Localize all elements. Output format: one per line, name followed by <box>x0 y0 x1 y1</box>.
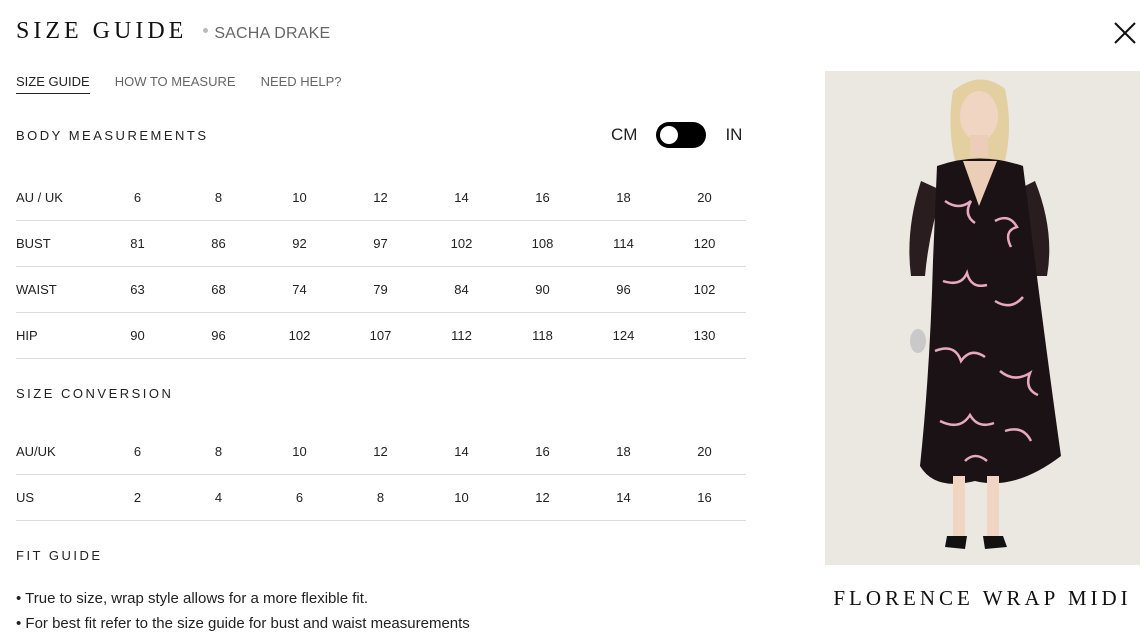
product-name: FLORENCE WRAP MIDI <box>833 586 1132 610</box>
fit-guide-title: FIT GUIDE <box>16 548 103 563</box>
body-measurements-title: BODY MEASUREMENTS <box>16 128 209 143</box>
fit-guide-item: • For best fit refer to the size guide f… <box>16 615 470 632</box>
table-cell: 8 <box>376 490 385 505</box>
table-cell: 14 <box>454 190 469 205</box>
size-conversion-table: AU/UK 6 8 10 12 14 16 18 20 US 2 4 6 8 10 12 14 16 <box>16 429 746 521</box>
table-cell: 10 <box>292 444 307 459</box>
table-cell: 112 <box>451 328 472 343</box>
table-cell: 14 <box>454 444 469 459</box>
row-label: AU/UK <box>16 444 56 459</box>
table-cell: 16 <box>697 490 712 505</box>
table-cell: 107 <box>369 328 392 343</box>
unit-switch[interactable] <box>656 122 707 148</box>
table-cell: 6 <box>133 190 142 205</box>
row-label: US <box>16 490 35 505</box>
table-cell: 10 <box>454 490 469 505</box>
tab-how-to-measure[interactable]: HOW TO MEASURE <box>115 74 236 94</box>
table-cell: 96 <box>616 282 631 297</box>
row-label: HIP <box>16 328 38 343</box>
fit-guide-item: • True to size, wrap style allows for a … <box>16 590 369 607</box>
close-icon <box>1114 22 1136 44</box>
table-cell: 81 <box>130 236 145 251</box>
size-conversion-title: SIZE CONVERSION <box>16 386 174 401</box>
modal-title: SIZE GUIDE <box>16 18 188 44</box>
table-cell: 96 <box>211 328 226 343</box>
separator-dot <box>203 28 209 33</box>
row-label: WAIST <box>16 282 57 297</box>
table-cell: 12 <box>373 190 388 205</box>
table-cell: 63 <box>130 282 145 297</box>
modal-header: SIZE GUIDE SACHA DRAKE <box>16 18 330 45</box>
unit-in-label[interactable]: IN <box>725 125 742 145</box>
table-cell: 108 <box>531 236 554 251</box>
table-cell: 16 <box>535 190 550 205</box>
table-cell: 90 <box>535 282 550 297</box>
table-cell: 120 <box>693 236 716 251</box>
table-cell: 18 <box>616 190 631 205</box>
table-cell: 12 <box>535 490 550 505</box>
table-cell: 10 <box>292 190 307 205</box>
brand-name: SACHA DRAKE <box>214 25 331 42</box>
table-cell: 92 <box>292 236 307 251</box>
fit-guide-list: • True to size, wrap style allows for a … <box>16 586 470 635</box>
row-label: BUST <box>16 236 51 251</box>
table-cell: 124 <box>612 328 635 343</box>
table-cell: 90 <box>130 328 145 343</box>
table-cell: 130 <box>693 328 716 343</box>
table-cell: 86 <box>211 236 226 251</box>
table-cell: 102 <box>450 236 473 251</box>
tab-need-help[interactable]: NEED HELP? <box>261 74 342 94</box>
product-image <box>825 71 1140 565</box>
table-cell: 68 <box>211 282 226 297</box>
switch-knob <box>660 126 679 144</box>
table-cell: 8 <box>214 444 223 459</box>
table-row: HIP 90 96 102 107 112 118 124 130 <box>16 313 746 359</box>
table-cell: 79 <box>373 282 388 297</box>
table-cell: 74 <box>292 282 307 297</box>
table-cell: 14 <box>616 490 631 505</box>
table-cell: 20 <box>697 444 712 459</box>
table-cell: 6 <box>295 490 304 505</box>
close-button[interactable] <box>1110 18 1140 48</box>
table-row: BUST 81 86 92 97 102 108 114 120 <box>16 221 746 267</box>
table-cell: 118 <box>532 328 553 343</box>
table-cell: 18 <box>616 444 631 459</box>
table-cell: 102 <box>693 282 716 297</box>
table-cell: 4 <box>214 490 223 505</box>
table-row: WAIST 63 68 74 79 84 90 96 102 <box>16 267 746 313</box>
table-cell: 16 <box>535 444 550 459</box>
unit-toggle: CM IN <box>611 122 742 148</box>
model-photo-icon <box>909 79 1061 549</box>
body-measurements-table: AU / UK 6 8 10 12 14 16 18 20 BUST 81 86 92 97 102 108 1… <box>16 175 746 359</box>
table-cell: 84 <box>454 282 469 297</box>
table-cell: 102 <box>288 328 311 343</box>
table-cell: 8 <box>214 190 223 205</box>
table-row: AU/UK 6 8 10 12 14 16 18 20 <box>16 429 746 475</box>
table-row: AU / UK 6 8 10 12 14 16 18 20 <box>16 175 746 221</box>
table-cell: 97 <box>373 236 388 251</box>
tab-size-guide[interactable]: SIZE GUIDE <box>16 74 90 94</box>
table-cell: 20 <box>697 190 712 205</box>
table-row: US 2 4 6 8 10 12 14 16 <box>16 475 746 521</box>
unit-cm-label[interactable]: CM <box>611 125 637 145</box>
row-label: AU / UK <box>16 190 63 205</box>
table-cell: 12 <box>373 444 388 459</box>
table-cell: 2 <box>133 490 142 505</box>
table-cell: 6 <box>133 444 142 459</box>
table-cell: 114 <box>613 236 634 251</box>
tab-bar: SIZE GUIDE HOW TO MEASURE NEED HELP? <box>16 74 366 94</box>
